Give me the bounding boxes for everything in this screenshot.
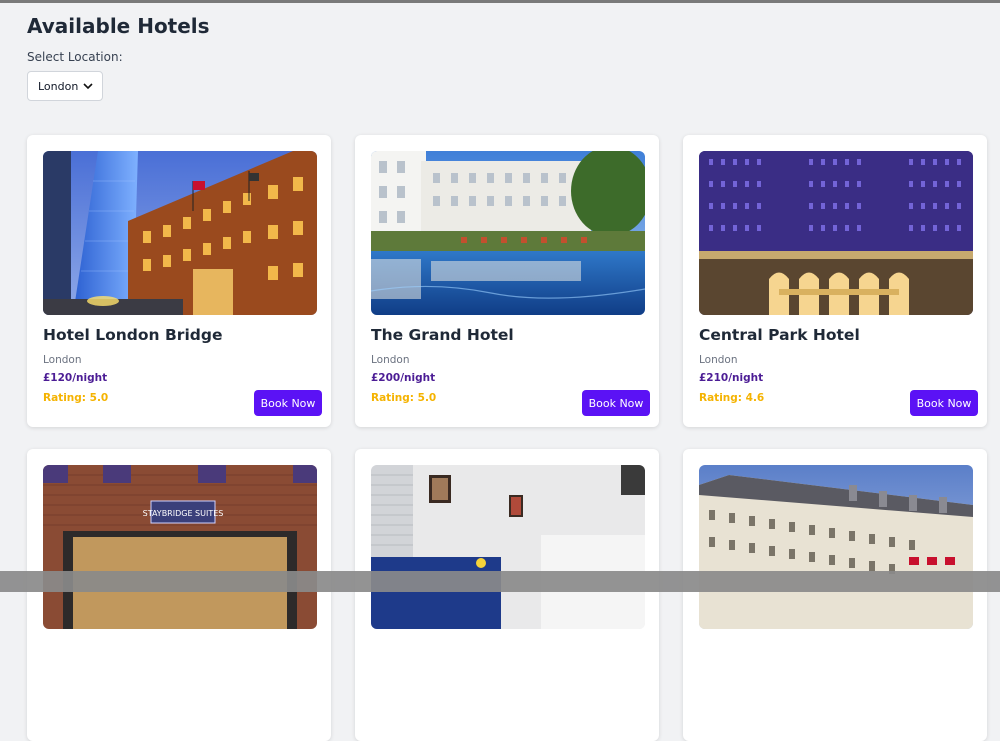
hotel-rating: Rating: 5.0 [371,392,437,404]
hotel-name: The Grand Hotel [371,326,514,344]
hotel-city: London [43,354,82,366]
taskbar-overlay [0,571,1000,592]
hotel-photo [699,151,973,315]
hotel-card: The Grand Hotel London £200/night Rating… [355,135,659,427]
hotel-card: Central Park Hotel London £210/night Rat… [683,135,987,427]
location-select-value: London [38,79,79,93]
hotels-page: Available Hotels Select Location: London [10,3,1000,741]
hotel-rating: Rating: 4.6 [699,392,765,404]
hotel-card: STAYBRIDGE SUITES [27,449,331,741]
page-title: Available Hotels [27,14,210,38]
hotel-city: London [699,354,738,366]
hotel-name: Hotel London Bridge [43,326,223,344]
book-now-button[interactable]: Book Now [254,390,322,416]
hotel-photo [43,151,317,315]
hotel-price: £210/night [699,372,764,384]
hotel-price: £120/night [43,372,108,384]
hotel-card: Hotel London Bridge London £120/night Ra… [27,135,331,427]
hotel-photo [699,465,973,629]
hotel-city: London [371,354,410,366]
hotel-photo: STAYBRIDGE SUITES [43,465,317,629]
location-label: Select Location: [27,50,123,64]
hotel-card [355,449,659,741]
hotel-rating: Rating: 5.0 [43,392,109,404]
hotel-card [683,449,987,741]
book-now-button[interactable]: Book Now [582,390,650,416]
book-now-button[interactable]: Book Now [910,390,978,416]
hotel-name: Central Park Hotel [699,326,860,344]
hotel-photo [371,151,645,315]
chevron-down-icon [83,83,93,90]
hotel-price: £200/night [371,372,436,384]
hotel-sign-text: STAYBRIDGE SUITES [143,509,224,518]
hotel-photo [371,465,645,629]
location-select[interactable]: London [27,71,103,101]
